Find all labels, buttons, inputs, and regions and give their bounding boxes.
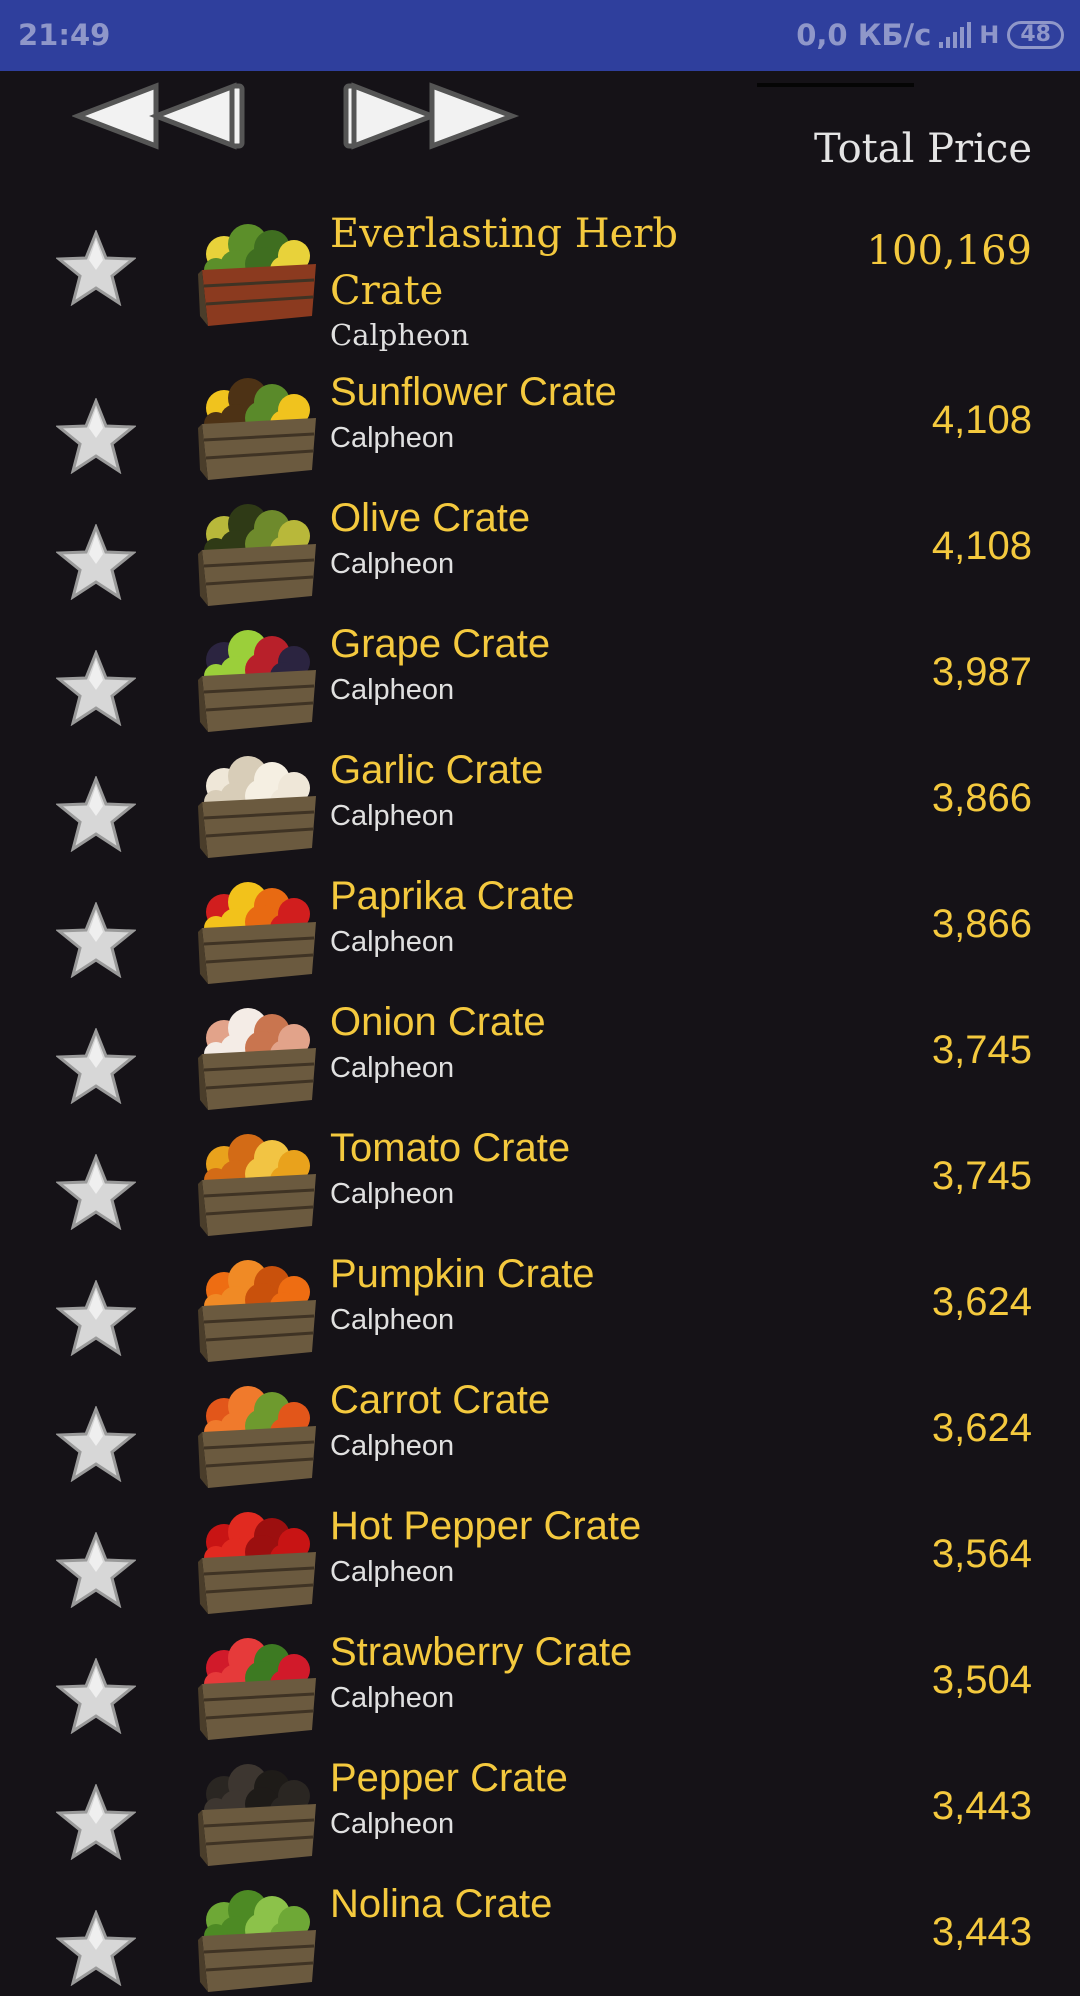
sunflower-crate-icon [198, 378, 316, 480]
item-location: Calpheon [330, 1052, 455, 1084]
nolina-crate-icon [198, 1890, 316, 1992]
crate-list-item[interactable]: Garlic Crate Calpheon 3,866 [0, 736, 1080, 862]
item-total-price: 100,169 [866, 228, 1032, 274]
item-name: Onion Crate [330, 1000, 546, 1044]
item-total-price: 3,624 [931, 1406, 1032, 1450]
item-name: Nolina Crate [330, 1882, 553, 1926]
double-left-arrow-icon [71, 82, 245, 150]
favorite-star-icon[interactable] [54, 228, 138, 307]
item-name: Olive Crate [330, 496, 531, 540]
olive-crate-icon [198, 504, 316, 606]
favorite-star-icon[interactable] [54, 648, 138, 727]
crate-list-item[interactable]: Hot Pepper Crate Calpheon 3,564 [0, 1492, 1080, 1618]
item-total-price: 4,108 [931, 524, 1032, 568]
item-name: Carrot Crate [330, 1378, 551, 1422]
item-total-price: 3,745 [931, 1028, 1032, 1072]
item-location: Calpheon [330, 1430, 455, 1462]
item-total-price: 3,866 [931, 776, 1032, 820]
pumpkin-crate-icon [198, 1260, 316, 1362]
item-total-price: 3,866 [931, 902, 1032, 946]
double-right-arrow-icon [343, 82, 520, 150]
garlic-crate-icon [198, 756, 316, 858]
favorite-star-icon[interactable] [54, 1782, 138, 1861]
item-total-price: 4,108 [931, 398, 1032, 442]
item-name: Paprika Crate [330, 874, 575, 918]
item-location: Calpheon [330, 1304, 455, 1336]
crate-list-item[interactable]: Grape Crate Calpheon 3,987 [0, 610, 1080, 736]
item-total-price: 3,987 [931, 650, 1032, 694]
item-name: Sunflower Crate [330, 370, 617, 414]
favorite-star-icon[interactable] [54, 1530, 138, 1609]
item-location: Calpheon [330, 548, 455, 580]
item-location: Calpheon [330, 1178, 455, 1210]
crate-list-item[interactable]: Carrot Crate Calpheon 3,624 [0, 1366, 1080, 1492]
crate-list: Everlasting Herb Crate Calpheon 100,169 Sun… [0, 200, 1080, 1996]
status-time: 21:49 [18, 18, 111, 52]
network-speed: 0,0 КБ/с [796, 18, 932, 52]
status-bar: 21:49 0,0 КБ/с H 48 [0, 0, 1080, 71]
grape-crate-icon [198, 630, 316, 732]
crate-list-item[interactable]: Paprika Crate Calpheon 3,866 [0, 862, 1080, 988]
pepper-crate-icon [198, 1764, 316, 1866]
crate-list-item[interactable]: Olive Crate Calpheon 4,108 [0, 484, 1080, 610]
item-location: Calpheon [330, 800, 455, 832]
item-name: Garlic Crate [330, 748, 544, 792]
item-name: Pumpkin Crate [330, 1252, 595, 1296]
item-location: Calpheon [330, 674, 455, 706]
network-type: H [979, 21, 1000, 49]
tomato-crate-icon [198, 1134, 316, 1236]
crate-list-item[interactable]: Sunflower Crate Calpheon 4,108 [0, 358, 1080, 484]
crate-list-item[interactable]: Everlasting Herb Crate Calpheon 100,169 [0, 200, 1080, 358]
favorite-star-icon[interactable] [54, 1278, 138, 1357]
next-page-button[interactable] [340, 80, 530, 152]
previous-page-button[interactable] [71, 80, 262, 152]
item-total-price: 3,745 [931, 1154, 1032, 1198]
herb-crate-icon [198, 224, 316, 326]
status-indicators: 0,0 КБ/с H 48 [796, 18, 1064, 52]
onion-crate-icon [198, 1008, 316, 1110]
item-location: Calpheon [330, 422, 455, 454]
item-location: Calpheon [330, 1682, 455, 1714]
item-total-price: 3,443 [931, 1910, 1032, 1954]
carrot-crate-icon [198, 1386, 316, 1488]
item-location: Calpheon [330, 926, 455, 958]
item-name: Tomato Crate [330, 1126, 571, 1170]
favorite-star-icon[interactable] [54, 900, 138, 979]
favorite-star-icon[interactable] [54, 522, 138, 601]
favorite-star-icon[interactable] [54, 396, 138, 475]
item-name: Pepper Crate [330, 1756, 568, 1800]
favorite-star-icon[interactable] [54, 1908, 138, 1987]
item-location: Calpheon [330, 1808, 455, 1840]
favorite-star-icon[interactable] [54, 1404, 138, 1483]
crate-list-item[interactable]: Pumpkin Crate Calpheon 3,624 [0, 1240, 1080, 1366]
item-name: Strawberry Crate [330, 1630, 633, 1674]
tab-indicator [757, 83, 914, 87]
crate-list-item[interactable]: Tomato Crate Calpheon 3,745 [0, 1114, 1080, 1240]
crate-list-item[interactable]: Nolina Crate 3,443 [0, 1870, 1080, 1996]
item-total-price: 3,564 [931, 1532, 1032, 1576]
favorite-star-icon[interactable] [54, 1656, 138, 1735]
item-total-price: 3,624 [931, 1280, 1032, 1324]
item-location: Calpheon [330, 1556, 455, 1588]
signal-icon [939, 22, 972, 48]
item-name: Grape Crate [330, 622, 551, 666]
crate-list-item[interactable]: Strawberry Crate Calpheon 3,504 [0, 1618, 1080, 1744]
crate-list-item[interactable]: Onion Crate Calpheon 3,745 [0, 988, 1080, 1114]
item-location: Calpheon [330, 318, 470, 352]
favorite-star-icon[interactable] [54, 1026, 138, 1105]
hot-pepper-crate-icon [198, 1512, 316, 1614]
favorite-star-icon[interactable] [54, 774, 138, 853]
battery-icon: 48 [1007, 21, 1064, 49]
item-total-price: 3,504 [931, 1658, 1032, 1702]
item-total-price: 3,443 [931, 1784, 1032, 1828]
item-name: Everlasting Herb Crate [330, 211, 678, 314]
crate-list-item[interactable]: Pepper Crate Calpheon 3,443 [0, 1744, 1080, 1870]
favorite-star-icon[interactable] [54, 1152, 138, 1231]
paprika-crate-icon [198, 882, 316, 984]
item-name: Hot Pepper Crate [330, 1504, 642, 1548]
total-price-header: Total Price [814, 126, 1032, 172]
strawberry-crate-icon [198, 1638, 316, 1740]
